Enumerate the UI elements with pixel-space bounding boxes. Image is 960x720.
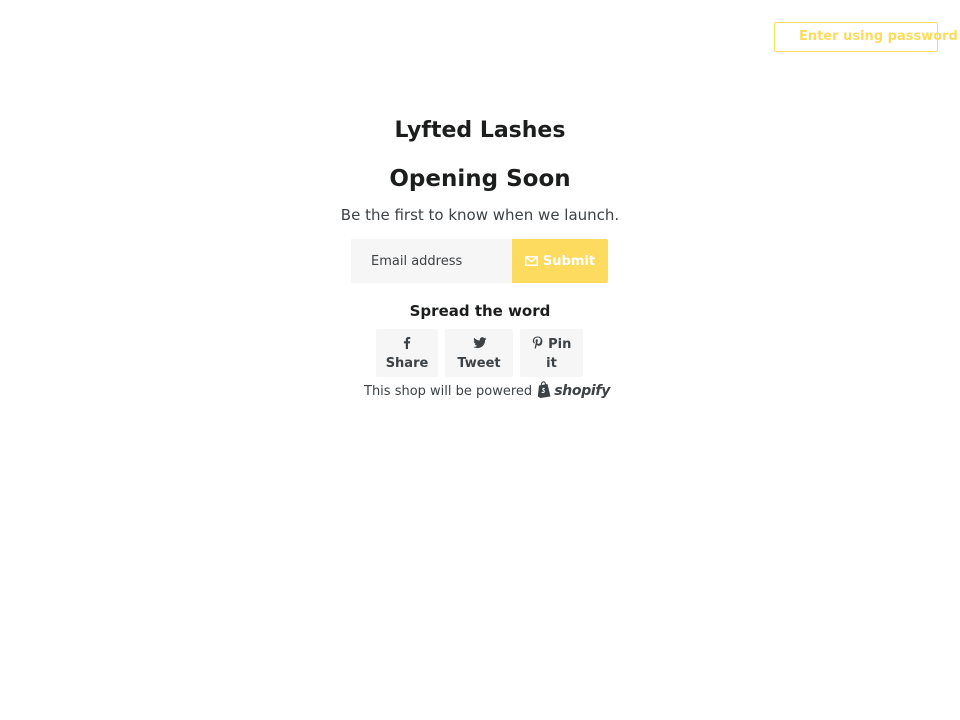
twitter-icon — [473, 336, 487, 349]
envelope-icon — [524, 256, 538, 266]
pinterest-pin-button[interactable]: Pin it — [520, 329, 583, 377]
facebook-share-button[interactable]: Share — [376, 329, 438, 377]
pinterest-pin-label-line1: Pin — [548, 337, 572, 352]
email-input[interactable] — [351, 239, 512, 283]
facebook-share-label: Share — [385, 356, 429, 371]
launch-subtext: Be the first to know when we launch. — [340, 206, 620, 224]
twitter-tweet-label: Tweet — [457, 356, 501, 371]
facebook-icon — [401, 336, 413, 349]
twitter-tweet-button[interactable]: Tweet — [445, 329, 513, 377]
email-signup-form: Submit — [351, 239, 608, 283]
shopify-logo[interactable]: shopify — [537, 380, 611, 402]
password-page: Enter using password Lyfted Lashes Openi… — [0, 0, 960, 720]
submit-button[interactable]: Submit — [512, 239, 608, 283]
shopify-wordmark: shopify — [554, 383, 611, 399]
pinterest-pin-label-line2: it — [546, 356, 557, 371]
powered-by-shopify: This shop will be powered shopify — [364, 380, 611, 402]
shop-name: Lyfted Lashes — [394, 118, 566, 143]
page-headline: Opening Soon — [389, 166, 571, 192]
pinterest-icon — [532, 336, 544, 349]
spread-the-word-title: Spread the word — [409, 302, 551, 320]
submit-label: Submit — [542, 253, 596, 269]
powered-text: This shop will be powered — [364, 383, 533, 399]
shopify-bag-icon — [537, 380, 552, 402]
enter-password-button[interactable]: Enter using password — [774, 22, 958, 52]
